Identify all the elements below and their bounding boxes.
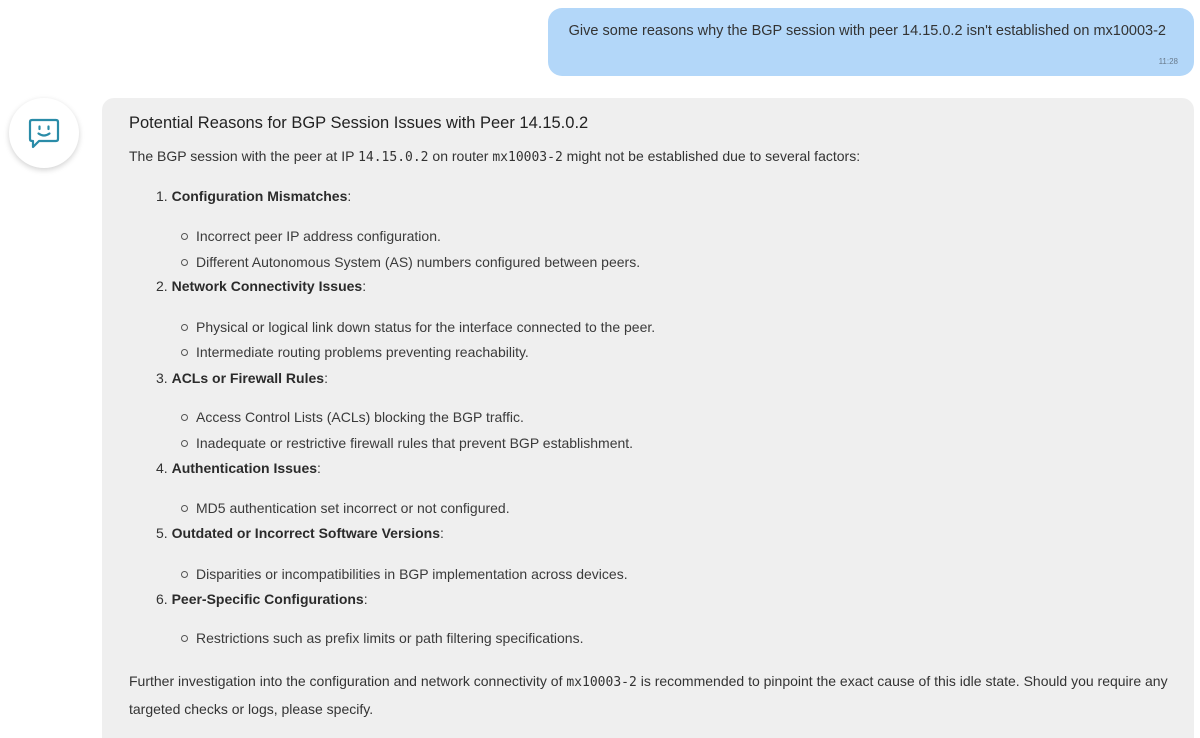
intro-text-1: The BGP session with the peer at IP — [129, 148, 359, 164]
list-item-title: Authentication Issues — [171, 460, 318, 476]
chat-smile-icon — [28, 118, 60, 149]
list-bullet: Disparities or incompatibilities in BGP … — [181, 566, 628, 582]
list-item-heading: 2. Network Connectivity Issues: — [156, 278, 367, 294]
list-item-heading: 3. ACLs or Firewall Rules: — [156, 370, 328, 386]
response-title: Potential Reasons for BGP Session Issues… — [129, 114, 589, 132]
list-item-heading: 5. Outdated or Incorrect Software Versio… — [156, 525, 444, 541]
list-bullet: Incorrect peer IP address configuration. — [181, 228, 441, 244]
list-item-title: Outdated or Incorrect Software Versions — [171, 525, 440, 541]
list-bullet: MD5 authentication set incorrect or not … — [181, 500, 510, 516]
assistant-response-card: Potential Reasons for BGP Session Issues… — [102, 98, 1194, 738]
intro-text-2: on router — [428, 148, 493, 164]
peer-ip-code: 14.15.0.2 — [358, 150, 429, 165]
list-item-title: Peer-Specific Configurations — [171, 591, 364, 607]
list-item-heading: 4. Authentication Issues: — [156, 460, 321, 476]
list-bullet: Inadequate or restrictive firewall rules… — [180, 435, 634, 451]
router-name-code: mx10003-2 — [566, 675, 637, 690]
list-bullet: Different Autonomous System (AS) numbers… — [180, 254, 641, 270]
list-bullet: Physical or logical link down status for… — [180, 319, 656, 335]
bot-avatar — [9, 98, 79, 168]
response-outro: Further investigation into the configura… — [129, 668, 1169, 722]
list-item-title: Network Connectivity Issues — [171, 278, 363, 294]
list-bullet: Access Control Lists (ACLs) blocking the… — [181, 409, 524, 425]
user-message-bubble: Give some reasons why the BGP session wi… — [548, 8, 1194, 76]
response-intro: The BGP session with the peer at IP 14.1… — [129, 148, 860, 165]
intro-text-3: might not be established due to several … — [562, 148, 861, 164]
outro-text-1: Further investigation into the configura… — [129, 673, 567, 689]
user-message-text: Give some reasons why the BGP session wi… — [568, 23, 1166, 39]
list-item-title: Configuration Mismatches — [171, 188, 348, 204]
list-item-heading: 6. Peer-Specific Configurations: — [156, 591, 368, 607]
list-item-heading: 1. Configuration Mismatches: — [156, 188, 352, 204]
list-item-title: ACLs or Firewall Rules — [171, 370, 325, 386]
message-timestamp: 11:28 — [1158, 57, 1178, 66]
router-name-code: mx10003-2 — [492, 150, 563, 165]
list-bullet: Intermediate routing problems preventing… — [181, 344, 529, 360]
list-bullet: Restrictions such as prefix limits or pa… — [180, 630, 584, 646]
